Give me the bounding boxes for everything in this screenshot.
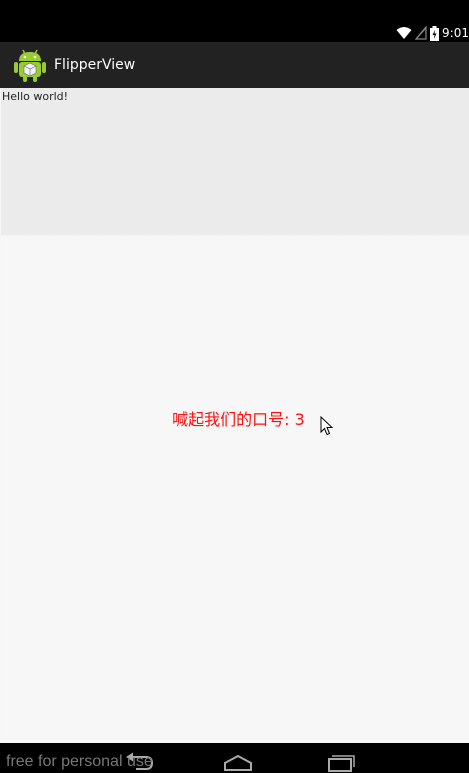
battery-icon	[430, 25, 440, 41]
flipper-view[interactable]: Hello world! 喊起我们的口号: 3	[1, 88, 469, 743]
signal-icon	[415, 26, 427, 40]
top-band	[1, 88, 469, 236]
watermark-text: free for personal use	[6, 753, 153, 770]
slogan-text: 喊起我们的口号: 3	[172, 410, 305, 429]
mouse-cursor-icon	[320, 416, 334, 436]
dither-band	[1, 234, 469, 256]
recents-icon[interactable]	[325, 752, 355, 772]
app-title: FlipperView	[54, 57, 136, 73]
hello-text: Hello world!	[2, 90, 69, 103]
screen: 9:01 FlipperView Hello world! 喊起我们的口号: 3…	[0, 0, 469, 773]
android-app-icon	[14, 49, 46, 82]
status-bar: 9:01	[0, 0, 469, 42]
status-time: 9:01	[442, 26, 469, 40]
home-icon[interactable]	[223, 752, 253, 772]
wifi-icon	[396, 27, 412, 39]
action-bar: FlipperView	[0, 42, 469, 88]
status-icons: 9:01	[396, 24, 469, 42]
